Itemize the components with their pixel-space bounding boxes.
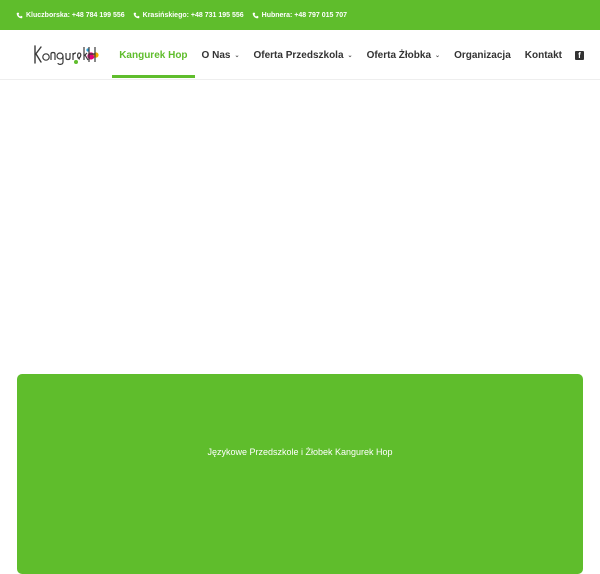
nav-item-organizacja[interactable]: Organizacja <box>447 30 518 80</box>
nav-item-label: Kontakt <box>524 49 562 61</box>
kangurek-hop-logo[interactable] <box>32 42 100 68</box>
nav-item-label: O Nas <box>201 49 231 61</box>
nav-item-label: Oferta Przedszkola <box>253 49 344 61</box>
chevron-down-icon: ⌄ <box>435 52 441 59</box>
logo-image <box>34 45 99 65</box>
site-header: Kangurek Hop O Nas ⌄ Oferta Przedszkola … <box>0 30 600 80</box>
nav-item-label: Kangurek Hop <box>119 49 188 61</box>
phone-hubnera-text: Hubnera: +48 797 015 707 <box>261 11 348 19</box>
phone-krasinskiego-text: Krasińskiego: +48 731 195 556 <box>142 11 244 19</box>
phone-icon <box>16 12 23 19</box>
chevron-down-icon: ⌄ <box>347 52 353 59</box>
contact-topbar: Kluczborska: +48 784 199 556 Krasińskieg… <box>0 0 600 30</box>
nav-item-kontakt[interactable]: Kontakt <box>518 30 569 80</box>
facebook-link[interactable]: f <box>569 30 584 80</box>
nav-item-oferta-przedszkola[interactable]: Oferta Przedszkola ⌄ <box>246 30 359 80</box>
phone-hubnera[interactable]: Hubnera: +48 797 015 707 <box>252 12 347 19</box>
phone-krasinskiego[interactable]: Krasińskiego: +48 731 195 556 <box>133 12 244 19</box>
nav-item-kangurek-hop[interactable]: Kangurek Hop <box>112 30 195 80</box>
facebook-icon: f <box>575 50 584 60</box>
phone-icon <box>133 12 140 19</box>
nav-item-label: Organizacja <box>454 49 511 61</box>
hero-banner: Językowe Przedszkole i Żłobek Kangurek H… <box>17 374 583 574</box>
chevron-down-icon: ⌄ <box>234 52 240 59</box>
nav-item-o-nas[interactable]: O Nas ⌄ <box>195 30 247 80</box>
phone-kluczborska-text: Kluczborska: +48 784 199 556 <box>26 11 125 19</box>
phone-kluczborska[interactable]: Kluczborska: +48 784 199 556 <box>16 12 125 19</box>
hero-title: Językowe Przedszkole i Żłobek Kangurek H… <box>207 447 393 457</box>
main-navigation: Kangurek Hop O Nas ⌄ Oferta Przedszkola … <box>112 30 584 80</box>
nav-item-label: Oferta Żłobka <box>366 49 432 61</box>
phone-icon <box>252 12 259 19</box>
nav-item-oferta-zlobka[interactable]: Oferta Żłobka ⌄ <box>360 30 448 80</box>
